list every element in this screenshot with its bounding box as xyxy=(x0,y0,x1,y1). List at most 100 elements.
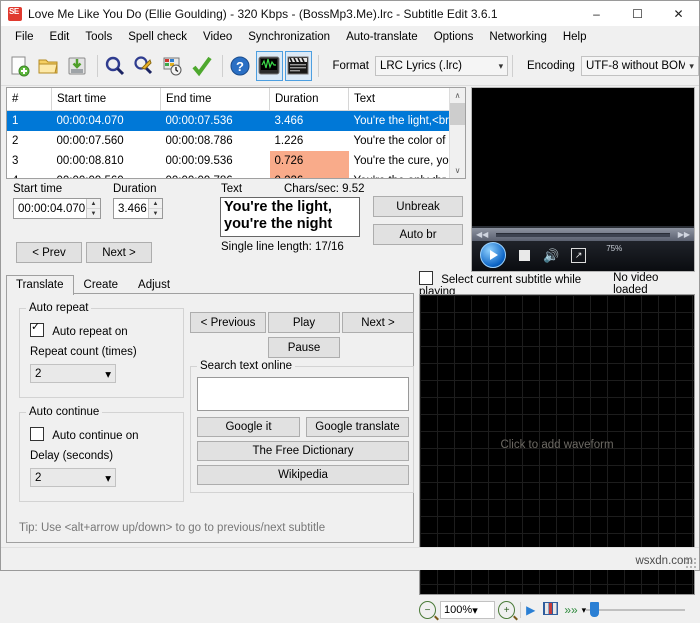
menu-item-file[interactable]: File xyxy=(7,29,42,45)
replace-icon[interactable] xyxy=(131,51,158,81)
save-icon[interactable] xyxy=(64,51,91,81)
encoding-value: UTF-8 without BOM xyxy=(585,60,686,72)
delay-combo[interactable]: 2 ▾ xyxy=(30,468,116,487)
repeat-count-combo[interactable]: 2 ▾ xyxy=(30,364,116,383)
translate-tab-page: Auto repeat Auto repeat on Repeat count … xyxy=(6,293,414,543)
new-icon[interactable] xyxy=(6,51,33,81)
menu-item-tools[interactable]: Tools xyxy=(77,29,120,45)
play-icon[interactable] xyxy=(480,242,506,268)
seek-row[interactable]: ◀◀ ▶▶ xyxy=(472,228,694,241)
delay-label: Delay (seconds) xyxy=(30,450,114,462)
google-it-button[interactable]: Google it xyxy=(197,417,300,437)
subtitle-table: # Start time End time Duration Text 1 00… xyxy=(7,88,465,178)
wikipedia-button[interactable]: Wikipedia xyxy=(197,465,409,485)
table-row[interactable]: 1 00:00:04.070 00:00:07.536 3.466 You're… xyxy=(7,110,465,131)
find-icon[interactable] xyxy=(102,51,129,81)
cell-duration: 0.726 xyxy=(269,151,349,171)
scroll-down-arrow-icon[interactable]: ∨ xyxy=(450,163,465,178)
prev-subtitle-button[interactable]: < Prev xyxy=(16,242,82,263)
help-icon[interactable]: ? xyxy=(227,51,254,81)
video-toggle-icon[interactable] xyxy=(284,51,312,81)
cell-start: 00:00:04.070 xyxy=(51,110,161,131)
format-value: LRC Lyrics (.lrc) xyxy=(379,60,462,72)
menu-item-spell-check[interactable]: Spell check xyxy=(120,29,195,45)
delay-value: 2 xyxy=(35,471,42,484)
unbreak-button[interactable]: Unbreak xyxy=(373,196,463,217)
tab-translate[interactable]: Translate xyxy=(6,275,74,295)
tab-create[interactable]: Create xyxy=(74,275,129,294)
slider-knob[interactable] xyxy=(590,602,600,617)
menu-item-synchronization[interactable]: Synchronization xyxy=(240,29,338,45)
column-header-end[interactable]: End time xyxy=(160,88,270,111)
start-time-input[interactable]: 00:00:04.070 ▲ ▼ xyxy=(13,198,101,219)
playback-speed-icon[interactable]: »» xyxy=(564,603,577,617)
next-button[interactable]: Next > xyxy=(342,312,414,333)
cell-number: 2 xyxy=(12,135,19,147)
rewind-icon[interactable]: ◀◀ xyxy=(472,230,492,239)
auto-continue-on-checkbox[interactable]: Auto continue on xyxy=(30,427,139,442)
start-time-stepper[interactable]: ▲ ▼ xyxy=(86,199,100,218)
chevron-down-icon: ▾ xyxy=(105,368,111,381)
search-input[interactable] xyxy=(197,377,409,411)
sync-icon[interactable] xyxy=(160,51,187,81)
google-translate-button[interactable]: Google translate xyxy=(306,417,409,437)
menu-item-help[interactable]: Help xyxy=(555,29,595,45)
play-button[interactable]: Play xyxy=(268,312,340,333)
column-header-start[interactable]: Start time xyxy=(51,88,161,111)
waveform-header: Select current subtitle while playing No… xyxy=(419,270,695,298)
menu-item-edit[interactable]: Edit xyxy=(42,29,78,45)
duration-input[interactable]: 3.466 ▲ ▼ xyxy=(113,198,163,219)
fullscreen-icon[interactable]: ↗ xyxy=(571,247,587,263)
format-combo[interactable]: LRC Lyrics (.lrc) ▾ xyxy=(374,56,509,76)
zoom-level-combo[interactable]: 100% ▾ xyxy=(440,601,496,619)
menu-item-auto-translate[interactable]: Auto-translate xyxy=(338,29,426,45)
minimize-button[interactable]: – xyxy=(576,1,617,26)
open-icon[interactable] xyxy=(35,51,62,81)
spellcheck-icon[interactable] xyxy=(189,51,216,81)
auto-br-button[interactable]: Auto br xyxy=(373,224,463,245)
tab-strip: Translate Create Adjust xyxy=(6,275,414,295)
table-row[interactable]: 3 00:00:08.810 00:00:09.536 0.726 You're… xyxy=(7,151,465,171)
zoom-in-icon[interactable]: + xyxy=(498,601,516,619)
grid-vertical-scrollbar[interactable]: ∧ ∨ xyxy=(449,88,465,178)
close-button[interactable]: ✕ xyxy=(658,1,699,26)
zoom-out-icon[interactable]: − xyxy=(419,601,437,619)
seek-track[interactable] xyxy=(496,232,670,237)
encoding-combo[interactable]: UTF-8 without BOM ▾ xyxy=(580,56,699,76)
auto-repeat-on-checkbox[interactable]: Auto repeat on xyxy=(30,320,128,338)
speaker-icon[interactable]: 🔊 xyxy=(543,249,559,262)
column-header-duration[interactable]: Duration xyxy=(269,88,349,111)
subtitle-text-input[interactable]: You're the light, you're the night xyxy=(220,197,360,237)
subtitle-text-line-2: you're the night xyxy=(224,216,333,232)
free-dictionary-button[interactable]: The Free Dictionary xyxy=(197,441,409,461)
video-surface[interactable] xyxy=(472,88,694,226)
scrollbar-thumb[interactable] xyxy=(450,103,465,125)
table-row[interactable]: 2 00:00:07.560 00:00:08.786 1.226 You're… xyxy=(7,131,465,151)
menu-item-video[interactable]: Video xyxy=(195,29,240,45)
play-icon[interactable]: ▶ xyxy=(526,603,535,617)
resize-grip[interactable] xyxy=(685,557,697,569)
column-header-number[interactable]: # xyxy=(7,88,52,111)
zoom-level-value: 100% xyxy=(444,604,473,616)
menu-item-networking[interactable]: Networking xyxy=(481,29,555,45)
player-button-row: 🔊 ↗ 75% xyxy=(472,242,694,268)
scroll-up-arrow-icon[interactable]: ∧ xyxy=(450,88,465,103)
video-player[interactable]: ◀◀ ▶▶ 🔊 ↗ 75% xyxy=(471,87,695,272)
pause-button[interactable]: Pause xyxy=(268,337,340,358)
title-bar: Love Me Like You Do (Ellie Goulding) - 3… xyxy=(1,1,699,27)
table-row[interactable]: 4 00:00:09.560 00:00:09.786 0.226 You're… xyxy=(7,171,465,178)
filmstrip-icon[interactable] xyxy=(543,602,559,618)
waveform-position-slider[interactable] xyxy=(586,602,685,618)
tab-adjust[interactable]: Adjust xyxy=(128,275,180,294)
previous-button[interactable]: < Previous xyxy=(190,312,266,333)
stop-icon[interactable] xyxy=(519,249,530,261)
fast-forward-icon[interactable]: ▶▶ xyxy=(674,230,694,239)
cell-end: 00:00:07.536 xyxy=(160,110,270,131)
auto-repeat-group: Auto repeat Auto repeat on Repeat count … xyxy=(19,302,184,398)
waveform-toggle-icon[interactable] xyxy=(255,51,283,81)
subtitle-list[interactable]: # Start time End time Duration Text 1 00… xyxy=(6,87,466,179)
maximize-button[interactable]: ☐ xyxy=(617,1,658,26)
duration-stepper[interactable]: ▲ ▼ xyxy=(148,199,162,218)
menu-item-options[interactable]: Options xyxy=(426,29,482,45)
next-subtitle-button[interactable]: Next > xyxy=(86,242,152,263)
